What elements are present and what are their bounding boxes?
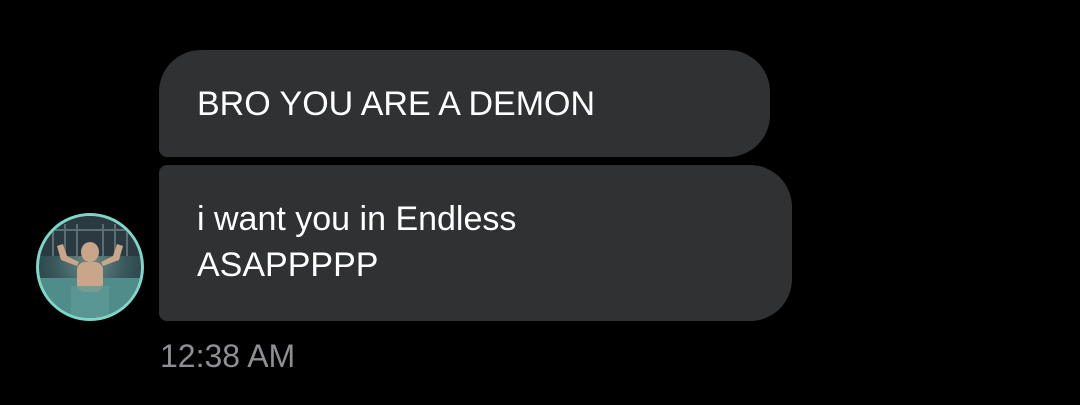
message-timestamp: 12:38 AM xyxy=(160,338,296,374)
profile-photo-icon xyxy=(39,216,141,318)
message-text: i want you in Endless xyxy=(197,200,517,238)
message-text: BRO YOU ARE A DEMON xyxy=(197,85,596,123)
message-bubble[interactable]: i want you in Endless ASAPPPPP xyxy=(159,165,792,321)
message-thread: BRO YOU ARE A DEMON i want you in Endles… xyxy=(0,0,1080,405)
message-text: ASAPPPPP xyxy=(197,246,379,284)
avatar[interactable] xyxy=(36,213,144,321)
message-bubble[interactable]: BRO YOU ARE A DEMON xyxy=(159,50,770,157)
